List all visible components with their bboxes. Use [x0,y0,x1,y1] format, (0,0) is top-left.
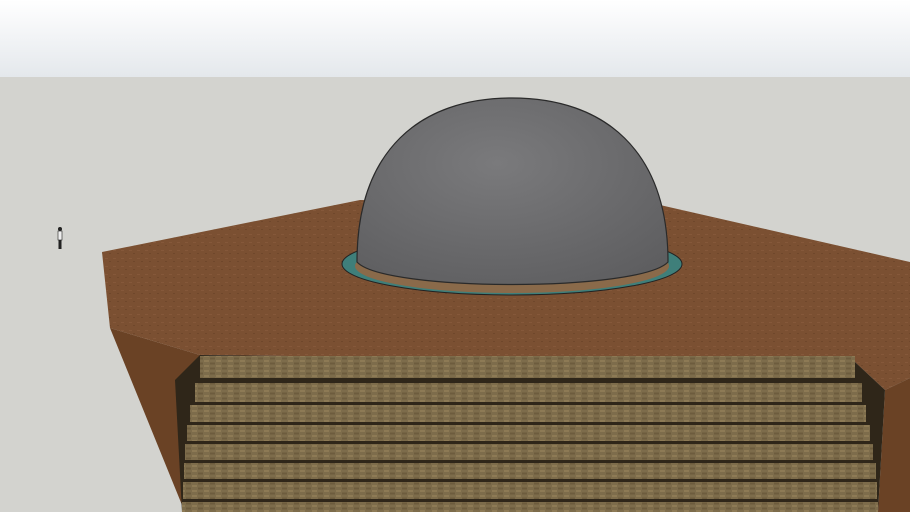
stair-cutout [175,355,885,512]
human-scale-figure [57,227,63,249]
sky [0,0,910,77]
3d-viewport[interactable] [0,0,910,512]
